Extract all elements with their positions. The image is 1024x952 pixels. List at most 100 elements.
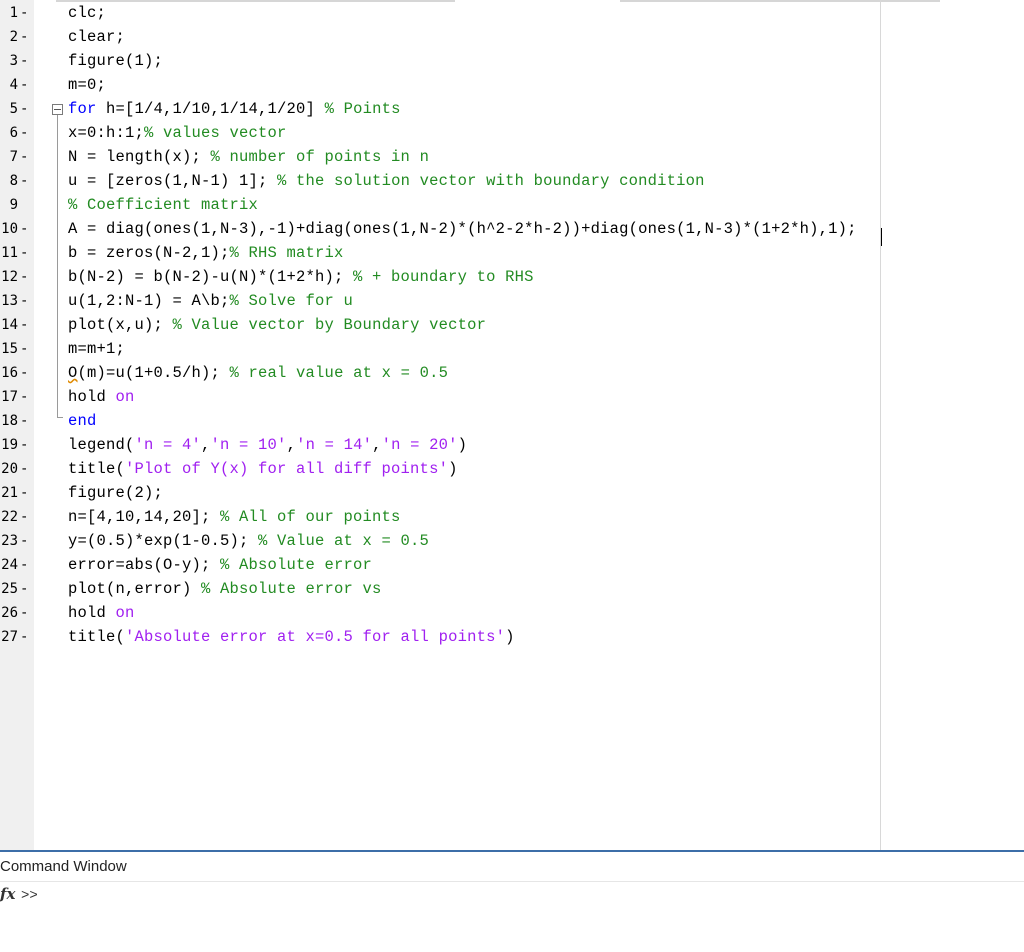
breakpoint-marker[interactable]: -: [20, 341, 28, 357]
code-line[interactable]: 25- plot(n,error) % Absolute error vs: [0, 579, 1024, 603]
code-token: u(1,2:N-1) = A\b;: [68, 292, 230, 310]
breakpoint-marker[interactable]: -: [20, 317, 28, 333]
code-line[interactable]: 20- title('Plot of Y(x) for all diff poin…: [0, 459, 1024, 483]
breakpoint-marker[interactable]: -: [20, 605, 28, 621]
code-text: figure(2);: [68, 484, 163, 502]
code-token: n=[4,10,14,20];: [68, 508, 221, 526]
breakpoint-marker[interactable]: -: [20, 509, 28, 525]
code-text: plot(x,u); % Value vector by Boundary ve…: [68, 316, 486, 334]
code-text: m=m+1;: [68, 340, 125, 358]
code-token: b(N-2) = b(N-2)-u(N)*(1+2*h);: [68, 268, 354, 286]
code-line[interactable]: 8- u = [zeros(1,N-1) 1]; % the solution v…: [0, 171, 1024, 195]
breakpoint-marker[interactable]: -: [20, 437, 28, 453]
breakpoint-marker[interactable]: -: [20, 485, 28, 501]
breakpoint-marker[interactable]: -: [20, 173, 28, 189]
code-editor[interactable]: 1- clc; 2- clear; 3- figure(1); 4- m=0; 5- for h=…: [0, 0, 1024, 850]
code-line[interactable]: 3- figure(1);: [0, 51, 1024, 75]
code-line[interactable]: 18- end: [0, 411, 1024, 435]
code-token: clc;: [68, 4, 107, 22]
code-token: (m)=u(1+0.5/h);: [77, 364, 230, 382]
breakpoint-marker[interactable]: -: [20, 629, 28, 645]
code-text: n=[4,10,14,20]; % All of our points: [68, 508, 401, 526]
code-token: ): [505, 628, 515, 646]
breakpoint-marker[interactable]: -: [20, 5, 28, 21]
code-token: ): [457, 436, 468, 454]
code-line[interactable]: 11- b = zeros(N-2,1);% RHS matrix: [0, 243, 1024, 267]
string-token: 'Plot of Y(x) for all diff points': [125, 460, 449, 478]
breakpoint-marker[interactable]: -: [20, 269, 28, 285]
code-line[interactable]: 6- x=0:h:1;% values vector: [0, 123, 1024, 147]
line-number: 19: [1, 437, 18, 453]
breakpoint-marker[interactable]: -: [20, 245, 28, 261]
breakpoint-marker[interactable]: -: [20, 413, 28, 429]
breakpoint-marker[interactable]: -: [20, 221, 28, 237]
comment-token: % RHS matrix: [229, 244, 344, 262]
code-line[interactable]: 12- b(N-2) = b(N-2)-u(N)*(1+2*h); % + bou…: [0, 267, 1024, 291]
code-token: ,: [201, 436, 211, 454]
code-text: A = diag(ones(1,N-3),-1)+diag(ones(1,N-2…: [68, 220, 857, 238]
breakpoint-marker[interactable]: -: [20, 533, 28, 549]
code-line[interactable]: 2- clear;: [0, 27, 1024, 51]
code-line[interactable]: 7- N = length(x); % number of points in n: [0, 147, 1024, 171]
code-line[interactable]: 15- m=m+1;: [0, 339, 1024, 363]
line-number: 12: [1, 269, 18, 285]
comment-token: % Absolute error: [220, 556, 373, 574]
code-token: figure(1);: [68, 52, 164, 70]
code-text: b = zeros(N-2,1);% RHS matrix: [68, 244, 344, 262]
code-line[interactable]: 1- clc;: [0, 3, 1024, 27]
code-token: m=0;: [68, 76, 107, 94]
breakpoint-marker[interactable]: -: [20, 461, 28, 477]
fold-collapse-icon[interactable]: [52, 104, 63, 115]
code-text: clear;: [68, 28, 125, 46]
command-window[interactable]: Command Window fx >>: [0, 852, 1024, 952]
breakpoint-marker[interactable]: -: [20, 77, 28, 93]
line-number: 16: [1, 365, 18, 381]
code-line[interactable]: 5- for h=[1/4,1/10,1/14,1/20] % Points: [0, 99, 1024, 123]
string-token: 'Absolute error at x=0.5 for all points': [125, 628, 506, 646]
code-line[interactable]: 19- legend('n = 4','n = 10','n = 14','n =…: [0, 435, 1024, 459]
keyword-token: for: [68, 100, 97, 118]
comment-token: % Solve for u: [229, 292, 354, 310]
comment-token: % number of points in n: [210, 148, 430, 166]
line-number: 1: [9, 5, 18, 21]
breakpoint-marker[interactable]: -: [20, 557, 28, 573]
code-line[interactable]: 9 % Coefficient matrix: [0, 195, 1024, 219]
code-line[interactable]: 10- A = diag(ones(1,N-3),-1)+diag(ones(1,…: [0, 219, 1024, 243]
breakpoint-marker[interactable]: -: [20, 149, 28, 165]
breakpoint-marker[interactable]: -: [20, 29, 28, 45]
line-number: 22: [1, 509, 18, 525]
code-line[interactable]: 13- u(1,2:N-1) = A\b;% Solve for u: [0, 291, 1024, 315]
breakpoint-marker[interactable]: -: [20, 581, 28, 597]
code-line[interactable]: 26- hold on: [0, 603, 1024, 627]
string-token: on: [115, 388, 135, 406]
comment-token: % Points: [324, 100, 401, 118]
breakpoint-marker[interactable]: -: [20, 125, 28, 141]
code-text: O(m)=u(1+0.5/h); % real value at x = 0.5: [68, 364, 448, 382]
code-text: error=abs(O-y); % Absolute error: [68, 556, 372, 574]
line-number: 7: [9, 149, 18, 165]
code-line[interactable]: 17- hold on: [0, 387, 1024, 411]
code-line[interactable]: 21- figure(2);: [0, 483, 1024, 507]
code-line[interactable]: 24- error=abs(O-y); % Absolute error: [0, 555, 1024, 579]
breakpoint-marker[interactable]: -: [20, 389, 28, 405]
code-line[interactable]: 14- plot(x,u); % Value vector by Boundary…: [0, 315, 1024, 339]
code-line[interactable]: 16- O(m)=u(1+0.5/h); % real value at x = …: [0, 363, 1024, 387]
breakpoint-marker[interactable]: -: [20, 101, 28, 117]
code-text: title('Absolute error at x=0.5 for all p…: [68, 628, 515, 646]
breakpoint-marker[interactable]: -: [20, 293, 28, 309]
code-line[interactable]: 27- title('Absolute error at x=0.5 for al…: [0, 627, 1024, 651]
comment-token: % Value vector by Boundary vector: [172, 316, 487, 334]
line-number: 18: [1, 413, 18, 429]
fold-range-line: [57, 115, 58, 417]
breakpoint-marker[interactable]: -: [20, 53, 28, 69]
code-line[interactable]: 22- n=[4,10,14,20]; % All of our points: [0, 507, 1024, 531]
code-line[interactable]: 4- m=0;: [0, 75, 1024, 99]
line-number: 26: [1, 605, 18, 621]
breakpoint-marker[interactable]: -: [20, 365, 28, 381]
fx-function-browser-icon[interactable]: fx: [0, 885, 15, 903]
code-line[interactable]: 23- y=(0.5)*exp(1-0.5); % Value at x = 0.…: [0, 531, 1024, 555]
command-prompt[interactable]: >>: [21, 888, 38, 904]
line-number: 15: [1, 341, 18, 357]
line-number: 27: [1, 629, 18, 645]
string-token: 'n = 10': [210, 436, 287, 454]
